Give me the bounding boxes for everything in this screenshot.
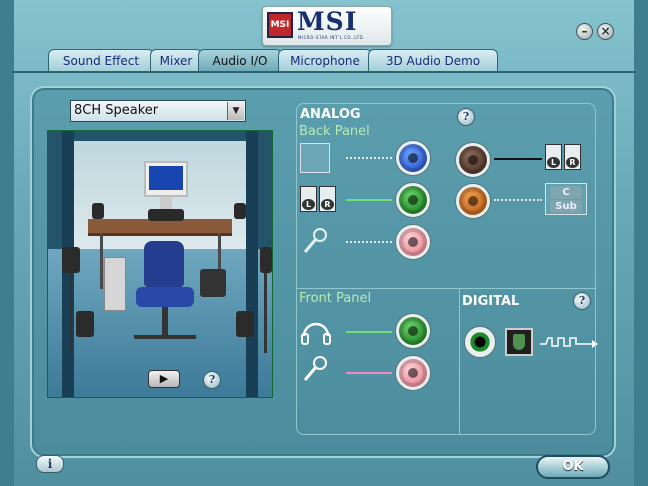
line-in-jack-blue[interactable] [396,141,430,175]
speaker-config-select[interactable]: 8CH Speaker ▼ [70,100,246,122]
speaker-stand [69,273,72,353]
brand-subtitle: MICRO-STAR INT'L CO.,LTD. [298,35,365,40]
tab-strip: Sound Effect Mixer Audio I/O Microphone … [12,49,636,73]
rear-speakers-icon: LR [545,144,583,174]
coaxial-out-jack[interactable] [464,326,496,358]
center-speaker-icon [148,209,184,221]
mic-in-device-icon [300,226,330,256]
front-right-speaker-icon [234,203,246,219]
front-speakers-icon: LR [300,186,338,216]
front-mic-wire [346,372,392,374]
window-frame-right [634,0,648,486]
pc-tower-icon [104,257,126,311]
speaker-config-value: 8CH Speaker [74,103,159,118]
panel-divider [297,288,595,289]
front-left-speaker-icon [92,203,104,219]
center-sub-jack-orange[interactable] [456,184,490,218]
dropdown-arrow-icon[interactable]: ▼ [227,102,244,120]
chair-back [144,241,184,287]
mic-in-jack-pink[interactable] [396,225,430,259]
front-out-jack-green[interactable] [396,183,430,217]
ok-button[interactable]: OK [536,455,610,479]
msi-logo: MSI MSI MICRO-STAR INT'L CO.,LTD. [262,6,392,46]
front-headphone-wire [346,331,392,333]
desk [88,219,232,236]
tab-microphone[interactable]: Microphone [278,49,372,71]
speaker-stand [264,273,267,353]
rear-right-speaker-icon [236,311,254,337]
panel-divider [459,288,460,434]
front-panel-label: Front Panel [299,291,372,306]
tab-audio-io[interactable]: Audio I/O [198,49,282,71]
digital-help-icon[interactable]: ? [573,292,591,310]
brand-name: MSI [297,7,358,36]
optical-out-jack[interactable] [505,328,533,356]
chair-base [162,307,168,337]
tab-sound-effect[interactable]: Sound Effect [48,49,154,71]
monitor-icon [144,161,188,197]
mic-in-wire [346,241,392,243]
analog-title: ANALOG [300,107,361,122]
line-in-device-icon [300,143,330,173]
headphones-icon [300,316,331,346]
desk-leg [100,233,103,289]
front-mic-jack-pink[interactable] [396,356,430,390]
rear-out-jack-brown[interactable] [456,143,490,177]
back-panel-label: Back Panel [299,124,370,139]
line-in-wire [346,157,392,159]
side-right-speaker-icon [260,247,272,273]
info-icon[interactable]: i [36,455,64,473]
app-window: MSI MSI MICRO-STAR INT'L CO.,LTD. – × So… [0,0,648,486]
digital-signal-icon [540,337,598,348]
close-button[interactable]: × [597,23,614,40]
chair-seat [136,287,194,307]
minimize-button[interactable]: – [576,23,593,40]
speaker-help-icon[interactable]: ? [203,371,221,389]
tab-mixer[interactable]: Mixer [150,49,202,71]
room-pillar-right [246,131,258,397]
front-out-wire [346,199,392,201]
msi-emblem-icon: MSI [267,12,293,38]
center-sub-speaker-icon: C Sub [545,183,587,215]
tab-3d-audio-demo[interactable]: 3D Audio Demo [368,49,498,71]
subwoofer-icon [200,269,226,297]
play-test-button[interactable]: ▶ [148,370,180,388]
chair-foot [134,335,196,339]
front-mic-icon [300,354,330,384]
side-left-speaker-icon [62,247,80,273]
speaker-room-illustration [47,130,273,398]
front-headphone-jack-green[interactable] [396,314,430,348]
rear-out-wire [494,158,542,160]
analog-help-icon[interactable]: ? [457,108,475,126]
center-sub-wire [494,199,542,201]
rear-left-speaker-icon [76,311,94,337]
digital-title: DIGITAL [462,294,520,309]
